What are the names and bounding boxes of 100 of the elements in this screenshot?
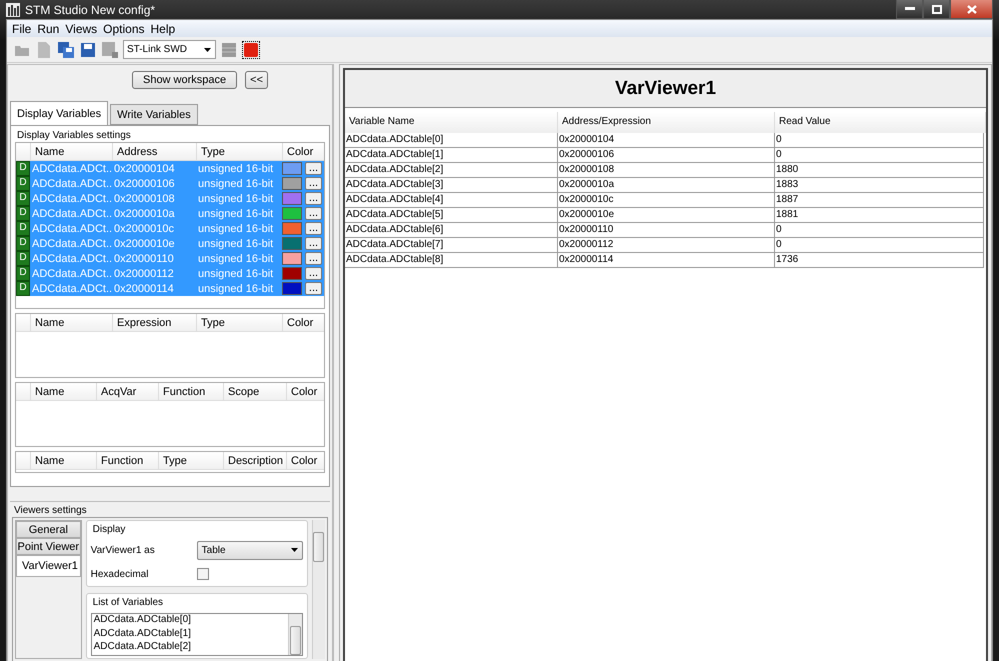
minimize-icon <box>904 7 914 11</box>
variable-row[interactable]: D ADCdata.ADCt...0x2000010e unsigned 16-bit ... <box>16 236 324 251</box>
view-as-dropdown[interactable]: Table <box>196 540 303 560</box>
display-badge: D <box>16 176 30 191</box>
viewer-tab[interactable]: Point Viewer <box>16 538 81 555</box>
maximize-button[interactable] <box>923 0 950 19</box>
save-icon[interactable] <box>79 40 97 58</box>
variable-row[interactable]: D ADCdata.ADCt...0x2000010a unsigned 16-bit ... <box>16 206 324 221</box>
group-title: Display Variables settings <box>16 129 132 142</box>
display-badge: D <box>16 251 30 266</box>
scrollbar[interactable] <box>312 520 325 659</box>
color-picker-button[interactable]: ... <box>305 267 322 280</box>
color-picker-button[interactable]: ... <box>305 192 322 205</box>
table-cell-text: ADCdata.ADCt... <box>31 252 112 264</box>
caret-icon <box>290 548 298 552</box>
export-icon[interactable] <box>101 40 119 58</box>
table-cell: ADCdata.ADCtable[1] <box>345 148 558 162</box>
table-cell: 0 <box>775 223 984 237</box>
color-picker-button[interactable]: ... <box>305 177 322 190</box>
list-item[interactable]: ADCdata.ADCtable[2] <box>92 641 288 655</box>
connection-dropdown[interactable]: ST-Link SWD <box>123 40 216 59</box>
close-button[interactable] <box>950 0 993 19</box>
table-cell: 1881 <box>775 208 984 222</box>
table-cell: ADCdata.ADCtable[3] <box>345 178 558 192</box>
viewer-title: VarViewer1 <box>345 70 986 108</box>
tab[interactable]: Write Variables <box>110 104 198 125</box>
column-header: Description <box>223 452 286 469</box>
variables-list[interactable]: ADCdata.ADCtable[0] ADCdata.ADCtable[1] ADCdata.ADCtable[2] <box>90 613 303 656</box>
variable-row[interactable]: D ADCdata.ADCt...0x2000010c unsigned 16-bit ... <box>16 221 324 236</box>
menu-item[interactable]: Views <box>62 22 100 36</box>
variable-row[interactable]: D ADCdata.ADCt...0x20000114 unsigned 16-bit ... <box>16 281 324 296</box>
window-title: STM Studio New config* <box>25 2 156 16</box>
color-swatch[interactable] <box>282 282 302 295</box>
save-all-icon[interactable] <box>57 40 75 58</box>
column-header: Name <box>30 383 96 400</box>
color-swatch[interactable] <box>282 207 302 220</box>
hexadecimal-checkbox[interactable] <box>196 568 209 580</box>
collapse-button[interactable]: << <box>245 71 268 89</box>
table-cell: 0 <box>775 133 984 147</box>
column-header: Color <box>282 143 324 160</box>
group-title: List of Variables <box>92 596 164 609</box>
color-picker-button[interactable]: ... <box>305 222 322 235</box>
color-swatch[interactable] <box>282 192 302 205</box>
color-swatch[interactable] <box>282 237 302 250</box>
table-cell: 0x20000110 <box>558 223 775 237</box>
table-cell: 1880 <box>775 163 984 177</box>
menu-item[interactable]: Help <box>148 22 178 36</box>
list-item[interactable]: ADCdata.ADCtable[1] <box>92 628 288 642</box>
column-header: Expression <box>112 314 196 331</box>
color-swatch[interactable] <box>282 177 302 190</box>
variable-row[interactable]: D ADCdata.ADCt...0x20000104 unsigned 16-bit ... <box>16 161 324 176</box>
table-cell-text: 0x20000106 <box>113 178 176 190</box>
color-swatch[interactable] <box>282 162 302 175</box>
color-picker-button[interactable]: ... <box>305 237 322 250</box>
variable-row[interactable]: D ADCdata.ADCt...0x20000106 unsigned 16-bit ... <box>16 176 324 191</box>
color-swatch[interactable] <box>282 252 302 265</box>
table-cell-text: unsigned 16-bit <box>197 252 274 264</box>
column-header: Color <box>286 452 324 469</box>
table-cell-text: ADCdata.ADCt... <box>31 222 112 234</box>
column-header: Name <box>30 452 96 469</box>
color-swatch[interactable] <box>282 222 302 235</box>
group-title: Viewers settings <box>13 504 88 517</box>
menu-item[interactable]: Run <box>34 22 62 36</box>
field-label: Hexadecimal <box>90 568 150 580</box>
scrollbar[interactable] <box>288 614 302 655</box>
column-header: Color <box>282 314 324 331</box>
table-cell-text: unsigned 16-bit <box>197 222 274 234</box>
table-cell: 1736 <box>775 253 984 267</box>
color-picker-button[interactable]: ... <box>305 162 322 175</box>
table-cell-text: 0x2000010a <box>113 208 176 220</box>
color-picker-button[interactable]: ... <box>305 207 322 220</box>
table-cell: 0x2000010c <box>558 193 775 207</box>
viewer-tab[interactable]: VarViewer1 <box>16 555 81 577</box>
table-cell-text: unsigned 16-bit <box>197 282 274 294</box>
viewer-tab[interactable]: General <box>16 521 81 538</box>
column-header: Variable Name <box>345 112 558 133</box>
menu-item[interactable]: File <box>9 22 34 36</box>
color-swatch[interactable] <box>282 267 302 280</box>
stop-button[interactable] <box>242 40 260 58</box>
column-header: Function <box>96 452 158 469</box>
show-workspace-button[interactable]: Show workspace <box>132 71 238 89</box>
table-cell-text: unsigned 16-bit <box>197 208 274 220</box>
list-item[interactable]: ADCdata.ADCtable[0] <box>92 614 288 628</box>
color-picker-button[interactable]: ... <box>305 282 322 295</box>
color-picker-button[interactable]: ... <box>305 252 322 265</box>
tab[interactable]: Display Variables <box>10 101 108 125</box>
table-cell: 0x2000010e <box>558 208 775 222</box>
table-cell-text: 0x2000010e <box>113 238 176 250</box>
variable-row[interactable]: D ADCdata.ADCt...0x20000108 unsigned 16-bit ... <box>16 191 324 206</box>
display-badge: D <box>16 266 30 281</box>
menu-item[interactable]: Options <box>100 22 148 36</box>
column-header: Scope <box>223 383 286 400</box>
column-header: Type <box>196 143 282 160</box>
group-title: Display <box>92 523 126 536</box>
column-header: Type <box>196 314 282 331</box>
table-cell-text: ADCdata.ADCt... <box>31 238 112 250</box>
variable-row[interactable]: D ADCdata.ADCt...0x20000110 unsigned 16-bit ... <box>16 251 324 266</box>
minimize-button[interactable] <box>896 0 923 19</box>
variable-row[interactable]: D ADCdata.ADCt...0x20000112 unsigned 16-bit ... <box>16 266 324 281</box>
display-badge: D <box>16 206 30 221</box>
